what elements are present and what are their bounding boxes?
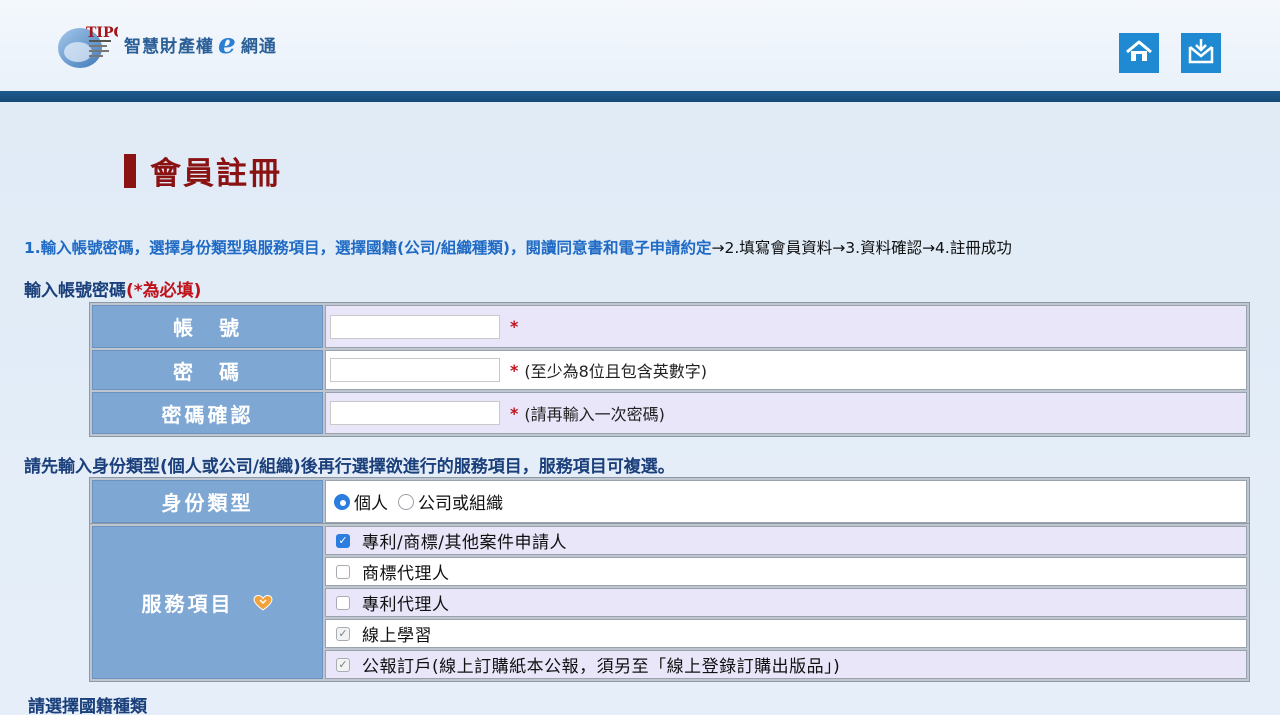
identity-table: 身份類型 個人 公司或組織 [89, 477, 1250, 526]
site-name-part2: 網通 [240, 36, 277, 57]
service-label-patent-agent[interactable]: 專利代理人 [362, 590, 450, 615]
radio-company[interactable] [398, 493, 414, 510]
heart-icon [253, 593, 273, 617]
site-header: TIPO 智慧財產權 e 網通 [0, 0, 1280, 91]
service-checkbox-elearning: ✓ [336, 626, 350, 641]
required-star: * [510, 360, 519, 380]
radio-individual[interactable] [334, 493, 350, 510]
radio-individual-label[interactable]: 個人 [354, 489, 388, 514]
page-title-text: 會員註冊 [150, 156, 282, 192]
account-value-cell: * [325, 305, 1247, 348]
identity-type-label: 身份類型 [92, 480, 323, 523]
home-icon [1125, 39, 1153, 67]
service-items-label: 服務項目 [141, 591, 234, 616]
registration-steps: 1.輸入帳號密碼，選擇身份類型與服務項目，選擇國籍(公司/組織種類)，閱讀同意書… [24, 236, 1012, 258]
page-title: 會員註冊 [124, 148, 282, 193]
download-button[interactable] [1181, 33, 1221, 73]
service-cell: 商標代理人 [325, 557, 1247, 586]
header-divider-bar [0, 91, 1280, 102]
account-label: 帳 號 [92, 305, 323, 348]
site-logo[interactable]: TIPO 智慧財產權 e 網通 [56, 18, 277, 70]
required-note: (*為必填) [126, 281, 202, 301]
account-section-title: 輸入帳號密碼 [24, 281, 126, 301]
remaining-steps: →2.填寫會員資料→3.資料確認→4.註冊成功 [711, 239, 1012, 257]
service-checkbox-gazette: ✓ [336, 657, 350, 672]
tipo-logo-icon: TIPO [56, 18, 126, 70]
identity-type-cell: 個人 公司或組織 [325, 480, 1247, 523]
site-name: 智慧財產權 e 網通 [124, 30, 277, 58]
required-star: * [510, 403, 519, 423]
required-star: * [510, 317, 519, 336]
service-checkbox-patent-agent[interactable] [336, 595, 350, 610]
password-confirm-value-cell: * (請再輸入一次密碼) [325, 392, 1247, 434]
identity-section-label: 請先輸入身份類型(個人或公司/組織)後再行選擇欲進行的服務項目，服務項目可複選。 [24, 457, 675, 477]
password-value-cell: * (至少為8位且包含英數字) [325, 350, 1247, 390]
service-label-elearning: 線上學習 [362, 626, 432, 646]
password-hint: (至少為8位且包含英數字) [524, 362, 708, 381]
account-section-label: 輸入帳號密碼(*為必填) [24, 276, 201, 301]
svg-text:TIPO: TIPO [86, 25, 118, 41]
site-name-e: e [218, 27, 237, 60]
current-step: 1.輸入帳號密碼，選擇身份類型與服務項目，選擇國籍(公司/組織種類)，閱讀同意書… [24, 239, 712, 257]
service-cell: ✓ 專利/商標/其他案件申請人 [325, 526, 1247, 555]
service-checkbox-trademark-agent[interactable] [336, 564, 350, 579]
download-icon [1187, 37, 1215, 69]
service-label-gazette: 公報訂戶(線上訂購紙本公報，須另至「線上登錄訂購出版品」) [362, 657, 841, 677]
radio-company-label[interactable]: 公司或組織 [418, 489, 503, 514]
password-confirm-label: 密碼確認 [92, 392, 323, 434]
password-input[interactable] [330, 358, 500, 382]
service-cell: ✓ 公報訂戶(線上訂購紙本公報，須另至「線上登錄訂購出版品」) [325, 650, 1247, 679]
service-checkbox-applicant[interactable]: ✓ [336, 533, 350, 548]
service-items-label-cell: 服務項目 [92, 526, 323, 679]
identity-row: 身份類型 個人 公司或組織 [92, 480, 1247, 523]
account-row: 帳 號 * [92, 305, 1247, 348]
password-label: 密 碼 [92, 350, 323, 390]
title-marker [124, 153, 136, 188]
service-row: 服務項目 ✓ 專利/商標/其他案件申請人 [92, 526, 1247, 679]
nationality-section-label: 請選擇國籍種類 [28, 697, 147, 715]
service-cell: 專利代理人 [325, 588, 1247, 617]
site-name-part1: 智慧財產權 [124, 36, 214, 57]
services-table: 服務項目 ✓ 專利/商標/其他案件申請人 商標代理人 專利代理人 ✓ 線上學習 … [89, 523, 1250, 682]
password-confirm-row: 密碼確認 * (請再輸入一次密碼) [92, 392, 1247, 434]
password-confirm-hint: (請再輸入一次密碼) [524, 405, 665, 424]
account-input[interactable] [330, 314, 500, 339]
service-label-trademark-agent[interactable]: 商標代理人 [362, 559, 450, 584]
account-table: 帳 號 * 密 碼 * (至少為8位且包含英數字) 密碼確認 * (請再輸入一次… [89, 302, 1250, 437]
password-confirm-input[interactable] [330, 401, 500, 425]
service-cell: ✓ 線上學習 [325, 619, 1247, 648]
password-row: 密 碼 * (至少為8位且包含英數字) [92, 350, 1247, 390]
home-button[interactable] [1119, 33, 1159, 73]
service-label-applicant[interactable]: 專利/商標/其他案件申請人 [362, 528, 567, 553]
